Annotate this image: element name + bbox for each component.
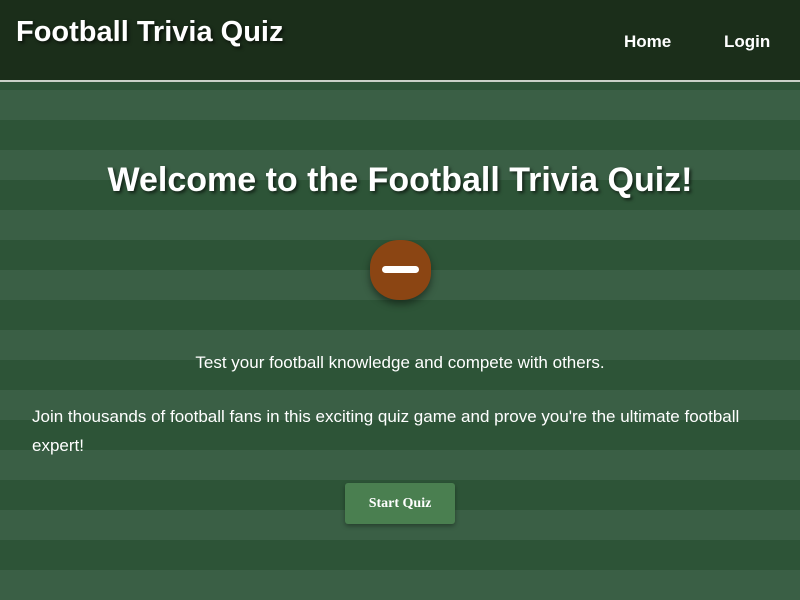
description-text: Join thousands of football fans in this … — [32, 407, 740, 455]
football-icon — [370, 240, 431, 300]
nav-login-link[interactable]: Login — [724, 32, 770, 52]
page-title: Welcome to the Football Trivia Quiz! — [107, 161, 693, 199]
nav-home-link[interactable]: Home — [624, 32, 671, 52]
top-bar: Football Trivia Quiz Home Login — [0, 0, 800, 82]
tagline-text: Test your football knowledge and compete… — [195, 353, 605, 372]
site-title: Football Trivia Quiz — [16, 16, 284, 48]
start-quiz-button[interactable]: Start Quiz — [345, 483, 455, 524]
football-lace — [382, 266, 419, 273]
